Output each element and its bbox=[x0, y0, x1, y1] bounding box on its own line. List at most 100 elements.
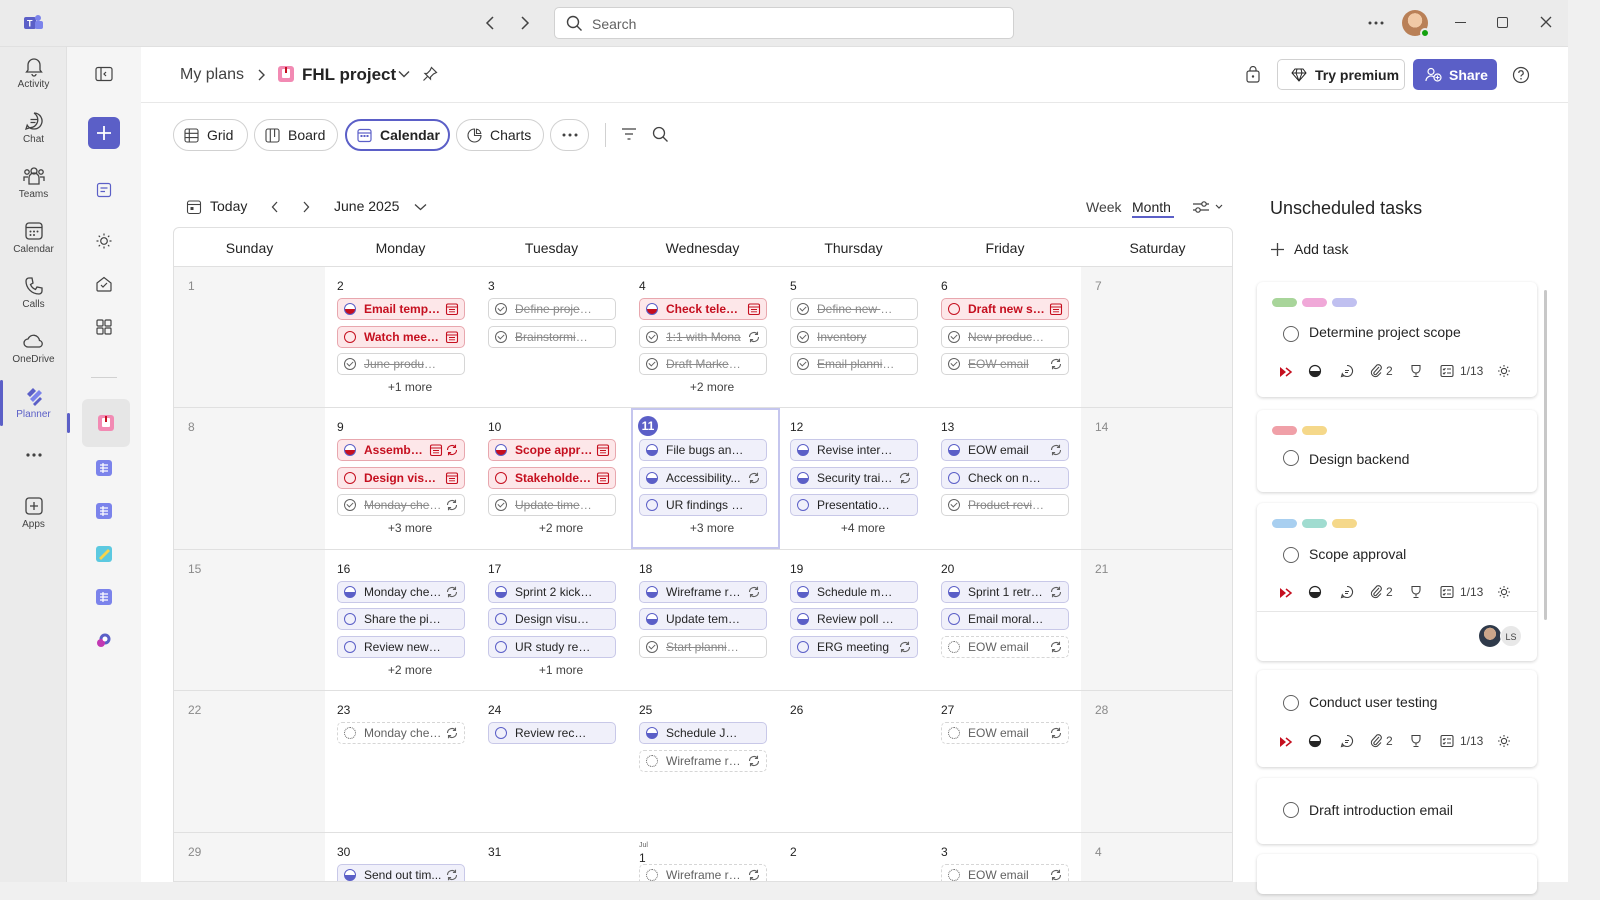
day-number[interactable]: 13 bbox=[941, 420, 954, 434]
new-plan-button[interactable] bbox=[88, 117, 120, 149]
rail-item-calls[interactable]: Calls bbox=[0, 275, 67, 327]
calendar-task[interactable]: Review recent e... bbox=[488, 722, 616, 745]
calendar-task[interactable]: Watch meeti... bbox=[337, 325, 465, 348]
more-tasks-link[interactable]: +2 more bbox=[690, 380, 734, 394]
forward-arrow-icon[interactable] bbox=[517, 15, 531, 31]
calendar-task[interactable]: Wireframe re... bbox=[639, 749, 767, 772]
not-started-icon[interactable] bbox=[948, 613, 960, 626]
day-number[interactable]: 21 bbox=[1095, 562, 1108, 576]
in-progress-icon[interactable] bbox=[646, 303, 658, 315]
calendar-task[interactable]: Presentation prep bbox=[790, 494, 918, 517]
more-tasks-link[interactable]: +4 more bbox=[841, 521, 885, 535]
day-number[interactable]: 28 bbox=[1095, 703, 1108, 717]
calendar-task[interactable]: Check on new wi... bbox=[941, 466, 1069, 489]
completed-icon[interactable] bbox=[948, 358, 960, 370]
calendar-task[interactable]: Update timelines... bbox=[488, 494, 616, 517]
completed-icon[interactable] bbox=[797, 358, 809, 370]
calendar-task[interactable]: UR study results bbox=[488, 635, 616, 658]
calendar-task[interactable]: Schedule morale... bbox=[790, 580, 918, 603]
day-number[interactable]: 23 bbox=[337, 703, 350, 717]
calendar-task[interactable]: Sprint 1 retro... bbox=[941, 580, 1069, 603]
day-number[interactable]: 5 bbox=[790, 279, 797, 293]
completed-icon[interactable] bbox=[344, 499, 356, 512]
day-number[interactable]: 19 bbox=[790, 562, 803, 576]
task-complete-checkbox[interactable] bbox=[1283, 450, 1299, 466]
search-tasks-icon[interactable] bbox=[652, 126, 669, 143]
not-started-icon[interactable] bbox=[948, 868, 960, 881]
task-complete-checkbox[interactable] bbox=[1283, 547, 1299, 563]
calendar-task[interactable]: Email planning te... bbox=[790, 353, 918, 375]
sun-icon[interactable] bbox=[89, 226, 119, 256]
not-started-icon[interactable] bbox=[646, 499, 658, 512]
scrollbar-thumb[interactable] bbox=[1544, 290, 1547, 620]
display-settings-icon[interactable] bbox=[1192, 199, 1224, 215]
not-started-icon[interactable] bbox=[797, 640, 809, 653]
day-number[interactable]: 14 bbox=[1095, 420, 1108, 434]
more-options-icon[interactable] bbox=[1368, 21, 1384, 25]
completed-icon[interactable] bbox=[344, 358, 356, 370]
completed-icon[interactable] bbox=[495, 499, 507, 512]
day-number[interactable]: 27 bbox=[941, 703, 954, 717]
next-month-icon[interactable] bbox=[301, 200, 311, 214]
calendar-task[interactable]: Start planning Jul... bbox=[639, 635, 767, 658]
day-number[interactable]: 15 bbox=[188, 562, 201, 576]
rail-item-teams[interactable]: Teams bbox=[0, 165, 67, 217]
completed-icon[interactable] bbox=[646, 640, 658, 653]
calendar-task[interactable]: Monday chec... bbox=[337, 580, 465, 603]
pin-icon[interactable] bbox=[422, 66, 438, 82]
completed-icon[interactable] bbox=[948, 499, 960, 512]
unscheduled-task-card[interactable]: Conduct user testing 2 1/13 bbox=[1257, 670, 1537, 767]
in-progress-icon[interactable] bbox=[797, 471, 809, 484]
not-started-icon[interactable] bbox=[344, 613, 356, 626]
calendar-task[interactable]: Draft Marketing... bbox=[639, 353, 767, 375]
day-number[interactable]: 16 bbox=[337, 562, 350, 576]
day-number[interactable]: 1 bbox=[639, 851, 646, 865]
not-started-icon[interactable] bbox=[495, 727, 507, 740]
unscheduled-task-card[interactable] bbox=[1257, 854, 1537, 894]
in-progress-icon[interactable] bbox=[948, 585, 960, 598]
rail-item-chat[interactable]: Chat bbox=[0, 110, 67, 162]
in-progress-icon[interactable] bbox=[646, 613, 658, 626]
not-started-icon[interactable] bbox=[344, 727, 356, 740]
try-premium-button[interactable]: Try premium bbox=[1277, 59, 1405, 90]
calendar-task[interactable]: Inventory bbox=[790, 325, 918, 348]
prev-month-icon[interactable] bbox=[270, 200, 280, 214]
user-avatar[interactable] bbox=[1402, 10, 1430, 38]
more-tasks-link[interactable]: +1 more bbox=[539, 663, 583, 677]
in-progress-icon[interactable] bbox=[646, 727, 658, 740]
calendar-task[interactable]: Update template bbox=[639, 608, 767, 631]
day-number[interactable]: 3 bbox=[941, 845, 948, 859]
calendar-task[interactable]: EOW email bbox=[941, 439, 1069, 462]
in-progress-icon[interactable] bbox=[646, 585, 658, 598]
task-complete-checkbox[interactable] bbox=[1283, 695, 1299, 711]
tab-calendar[interactable]: Calendar bbox=[345, 119, 450, 151]
calendar-task[interactable]: Brainstorming se... bbox=[488, 325, 616, 348]
calendar-task[interactable]: Monday chec... bbox=[337, 722, 465, 745]
nav-plan-5[interactable] bbox=[89, 582, 119, 612]
month-label[interactable]: June 2025 bbox=[334, 198, 399, 214]
day-number[interactable]: 12 bbox=[790, 420, 803, 434]
calendar-task[interactable]: Send out tim... bbox=[337, 863, 465, 881]
tab-board[interactable]: Board bbox=[254, 119, 338, 151]
day-number[interactable]: 26 bbox=[790, 703, 803, 717]
calendar-task[interactable]: UR findings shar... bbox=[639, 494, 767, 517]
calendar-task[interactable]: EOW email bbox=[941, 353, 1069, 375]
calendar-task[interactable]: June product kic... bbox=[337, 353, 465, 375]
in-progress-icon[interactable] bbox=[344, 585, 356, 598]
day-number[interactable]: 29 bbox=[188, 845, 201, 859]
nav-plan-fhl-project[interactable] bbox=[67, 399, 130, 447]
day-number[interactable]: 30 bbox=[337, 845, 350, 859]
in-progress-icon[interactable] bbox=[797, 444, 809, 457]
completed-icon[interactable] bbox=[948, 330, 960, 343]
day-number[interactable]: 7 bbox=[1095, 279, 1102, 293]
task-complete-checkbox[interactable] bbox=[1283, 802, 1299, 818]
more-tasks-link[interactable]: +3 more bbox=[388, 521, 432, 535]
in-progress-icon[interactable] bbox=[948, 444, 960, 457]
calendar-task[interactable]: Review new user... bbox=[337, 635, 465, 658]
not-started-icon[interactable] bbox=[646, 754, 658, 767]
today-calendar-icon[interactable] bbox=[186, 199, 202, 215]
unscheduled-task-card[interactable]: Determine project scope 2 1/13 bbox=[1257, 282, 1537, 397]
calendar-task[interactable]: Email morale ev... bbox=[941, 608, 1069, 631]
nav-plan-4[interactable] bbox=[89, 539, 119, 569]
assigned-to-me-icon[interactable] bbox=[89, 269, 119, 299]
